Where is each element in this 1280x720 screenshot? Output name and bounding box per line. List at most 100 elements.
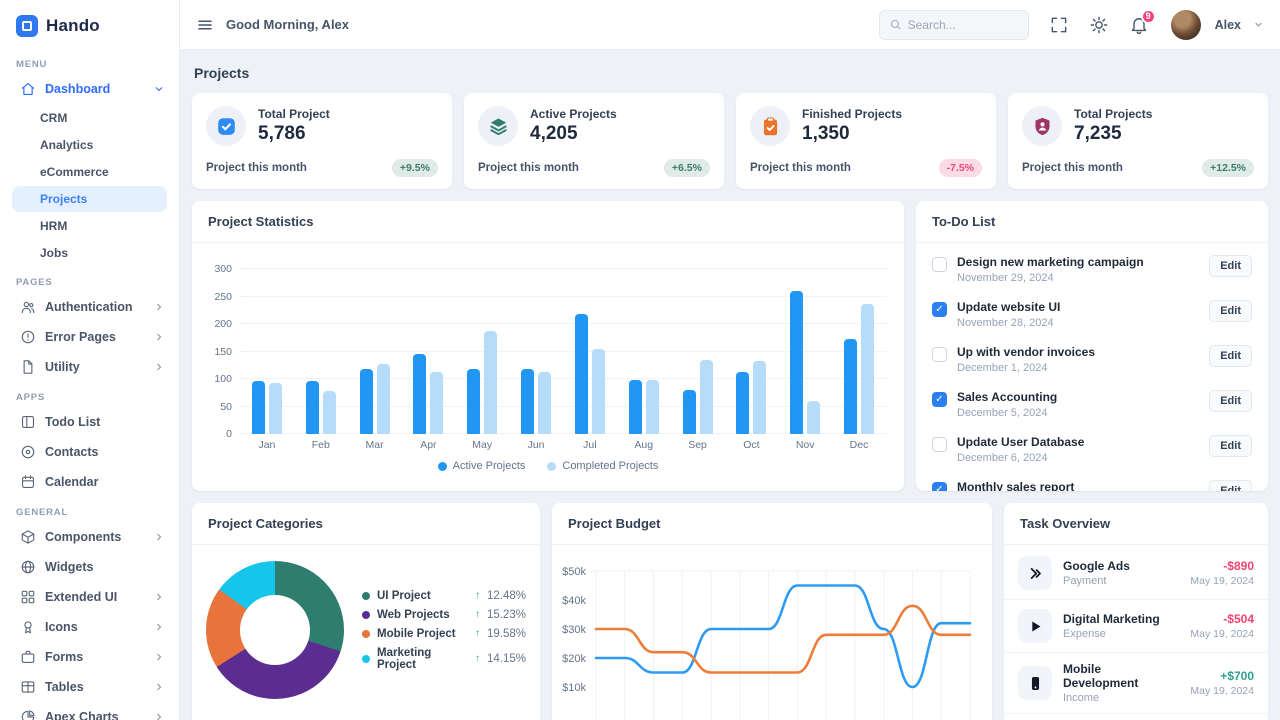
clipboard-icon	[750, 106, 790, 146]
stat-value: 5,786	[258, 123, 306, 144]
search-input[interactable]	[907, 17, 1019, 32]
bar-completed-projects	[753, 361, 767, 434]
theme-toggle-icon[interactable]	[1089, 15, 1109, 35]
user-avatar[interactable]	[1170, 9, 1201, 40]
sidebar-item-calendar[interactable]: Calendar	[0, 467, 179, 497]
y-axis-tick-label: 50	[220, 400, 232, 413]
menu-toggle-icon[interactable]	[196, 16, 214, 34]
sidebar-item-forms[interactable]: Forms	[0, 642, 179, 672]
stats-row: Total Project 5,786 Project this month +9.5…	[192, 93, 1268, 189]
legend-active-projects[interactable]: Active Projects	[437, 460, 525, 472]
sidebar-item-apex-charts[interactable]: Apex Charts	[0, 702, 179, 720]
stat-card-finished-projects: Finished Projects 1,350 Project this month…	[736, 93, 996, 189]
todo-checkbox[interactable]: ✓	[932, 482, 947, 491]
sidebar-item-components[interactable]: Components	[0, 522, 179, 552]
sidebar-item-authentication[interactable]: Authentication	[0, 292, 179, 322]
sidebar-subitem-analytics[interactable]: Analytics	[12, 132, 167, 158]
donut-chart	[206, 561, 344, 699]
edit-button[interactable]: Edit	[1209, 480, 1252, 491]
todo-checkbox[interactable]: ✓	[932, 302, 947, 317]
project-categories-title: Project Categories	[192, 503, 540, 545]
bar-active-projects	[844, 339, 858, 434]
x-axis-tick-label: Apr	[420, 439, 437, 451]
user-menu-chevron-icon[interactable]	[1253, 19, 1264, 30]
greeting-text: Good Morning, Alex	[226, 17, 350, 32]
bar-chart: 300 250 200 150 100 50 0	[214, 263, 886, 440]
sidebar-item-label: Calendar	[45, 475, 99, 489]
todo-task-text: Sales Accounting	[957, 390, 1058, 404]
notifications-bell-icon[interactable]: 9	[1129, 8, 1156, 35]
sidebar-subitem-ecommerce[interactable]: eCommerce	[12, 159, 167, 185]
todo-list: Design new marketing campaign November 29…	[916, 243, 1268, 491]
sidebar-item-widgets[interactable]: Widgets	[0, 552, 179, 582]
line-chart: $50k $40k $30k $20k $10k	[552, 549, 992, 720]
stat-label: Active Projects	[530, 107, 617, 121]
todo-checkbox[interactable]	[932, 437, 947, 452]
stat-label: Finished Projects	[802, 107, 903, 121]
todo-date: December 1, 2024	[957, 362, 1048, 374]
contact-icon	[20, 444, 36, 460]
fullscreen-icon[interactable]	[1049, 15, 1069, 35]
bar-group	[348, 269, 402, 434]
edit-button[interactable]: Edit	[1209, 345, 1252, 367]
todo-checkbox[interactable]: ✓	[932, 392, 947, 407]
x-axis-tick-label: Feb	[311, 439, 330, 451]
nav-section-label: GENERAL	[16, 507, 69, 518]
sidebar-item-contacts[interactable]: Contacts	[0, 437, 179, 467]
sidebar-nav: MENU Dashboard CRM Analytics eCommerce Projec…	[0, 49, 179, 720]
sidebar-item-extended-ui[interactable]: Extended UI	[0, 582, 179, 612]
project-statistics-card: Project Statistics 300 250 200 150 100 50 0 Ja…	[192, 201, 904, 491]
bar-completed-projects	[861, 304, 875, 434]
category-change: 12.48%	[486, 589, 526, 602]
todo-task-text: Update User Database	[957, 435, 1085, 449]
task-name: Mobile Development	[1063, 662, 1139, 690]
bar-group	[778, 269, 832, 434]
nav-section-label: MENU	[16, 59, 48, 70]
edit-button[interactable]: Edit	[1209, 390, 1252, 412]
project-budget-title: Project Budget	[552, 503, 992, 545]
sidebar-subitem-projects[interactable]: Projects	[12, 186, 167, 212]
trend-up-icon: ↑	[474, 653, 480, 664]
sidebar-item-error-pages[interactable]: Error Pages	[0, 322, 179, 352]
category-web-projects: Web Projects ↑ 15.23%	[362, 609, 526, 621]
todo-checkbox[interactable]	[932, 257, 947, 272]
app-logo[interactable]: Hando	[0, 0, 179, 49]
edit-button[interactable]: Edit	[1209, 300, 1252, 322]
task-digital-marketing: Digital Marketing Expense -$504 May 19, 202…	[1004, 600, 1268, 653]
chevron-right-icon	[153, 531, 165, 543]
sidebar-item-label: Widgets	[45, 560, 94, 574]
todo-checkbox[interactable]	[932, 347, 947, 362]
check-square-icon	[206, 106, 246, 146]
edit-button[interactable]: Edit	[1209, 255, 1252, 277]
user-name[interactable]: Alex	[1215, 18, 1241, 32]
sidebar-item-dashboard[interactable]: Dashboard	[0, 74, 179, 104]
task-name: Digital Marketing	[1063, 612, 1160, 626]
bar-group	[617, 269, 671, 434]
task-google-ads: Google Ads Payment -$890 May 19, 2024	[1004, 547, 1268, 600]
calendar-icon	[20, 474, 36, 490]
stat-change-badge: +6.5%	[663, 159, 710, 177]
edit-button[interactable]: Edit	[1209, 435, 1252, 457]
sidebar-item-icons[interactable]: Icons	[0, 612, 179, 642]
category-change: 14.15%	[486, 652, 526, 665]
task-overview-list: Google Ads Payment -$890 May 19, 2024 Digita…	[1004, 545, 1268, 720]
nav-section-label: PAGES	[16, 277, 53, 288]
legend-completed-projects[interactable]: Completed Projects	[547, 460, 658, 472]
y-axis-tick-label: 250	[214, 290, 232, 303]
page-content: Projects Total Project 5,786 Project this …	[180, 50, 1280, 720]
x-axis-tick-label: May	[472, 439, 493, 451]
sidebar-item-utility[interactable]: Utility	[0, 352, 179, 382]
sidebar-subitem-hrm[interactable]: HRM	[12, 213, 167, 239]
todo-item: ✓Monthly sales reportDecember 8, 2024Edi…	[916, 472, 1268, 491]
todo-task-text: Monthly sales report	[957, 480, 1075, 491]
sidebar-subitem-crm[interactable]: CRM	[12, 105, 167, 131]
task-name: Google Ads	[1063, 559, 1130, 573]
sidebar-item-label: Todo List	[45, 415, 101, 429]
search-box[interactable]	[878, 9, 1029, 40]
svg-text:$50k: $50k	[562, 566, 586, 578]
sidebar-item-todo-list[interactable]: Todo List	[0, 407, 179, 437]
sidebar-subitem-jobs[interactable]: Jobs	[12, 240, 167, 266]
sidebar-item-tables[interactable]: Tables	[0, 672, 179, 702]
play-icon	[1018, 609, 1052, 643]
chevron-right-icon	[153, 331, 165, 343]
